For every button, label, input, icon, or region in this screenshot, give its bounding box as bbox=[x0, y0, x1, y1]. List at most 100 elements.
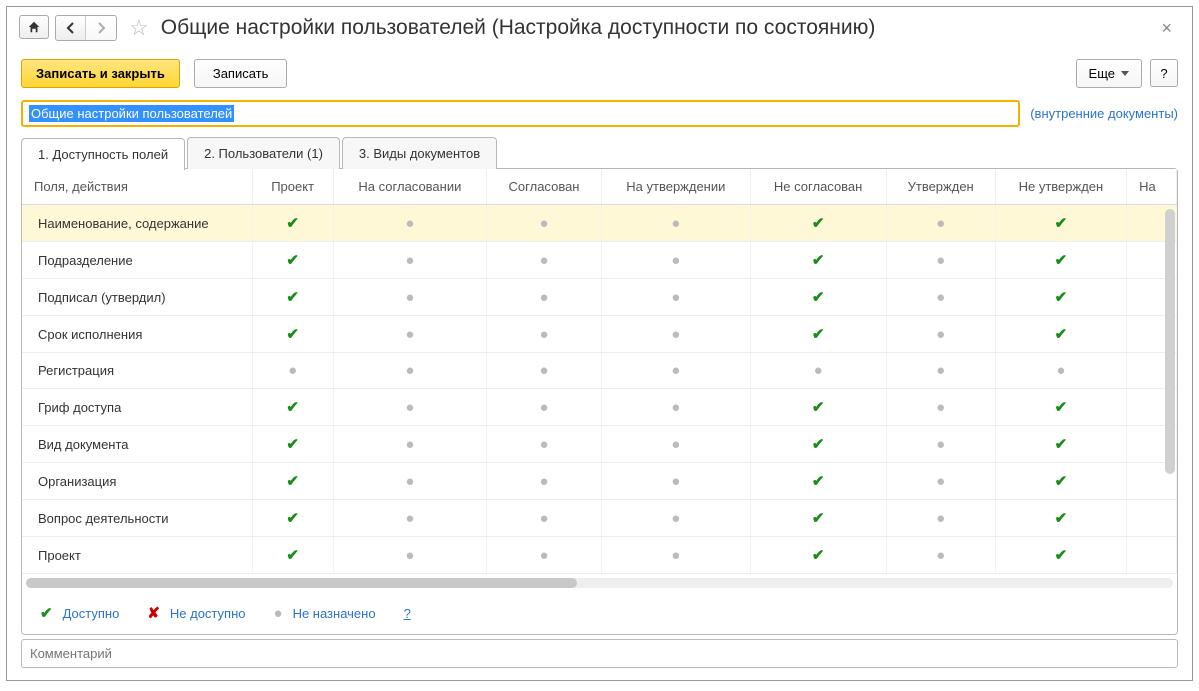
cell[interactable]: ✔ bbox=[252, 316, 333, 353]
cell[interactable]: ● bbox=[601, 353, 750, 389]
table-row[interactable]: Проект✔●●●✔●✔ bbox=[22, 537, 1177, 574]
home-button[interactable] bbox=[19, 15, 49, 39]
cell[interactable]: ● bbox=[333, 316, 486, 353]
cell[interactable]: ✔ bbox=[750, 426, 886, 463]
tab-0[interactable]: 1. Доступность полей bbox=[21, 138, 185, 170]
col-header[interactable]: Утвержден bbox=[886, 169, 995, 205]
save-button[interactable]: Записать bbox=[194, 59, 288, 88]
col-header[interactable]: На утверждении bbox=[601, 169, 750, 205]
save-close-button[interactable]: Записать и закрыть bbox=[21, 59, 180, 88]
legend-available[interactable]: Доступно bbox=[63, 606, 120, 621]
cell[interactable]: ● bbox=[333, 353, 486, 389]
cell[interactable]: ● bbox=[333, 426, 486, 463]
table-row[interactable]: Вид документа✔●●●✔●✔ bbox=[22, 426, 1177, 463]
cell[interactable]: ● bbox=[601, 463, 750, 500]
col-header[interactable]: Проект bbox=[252, 169, 333, 205]
cell[interactable]: ● bbox=[886, 279, 995, 316]
col-header[interactable]: Согласован bbox=[487, 169, 602, 205]
cell[interactable]: ● bbox=[487, 205, 602, 242]
cell[interactable]: ● bbox=[886, 316, 995, 353]
cell[interactable]: ● bbox=[333, 242, 486, 279]
cell[interactable]: ✔ bbox=[995, 242, 1126, 279]
cell[interactable]: ✔ bbox=[750, 316, 886, 353]
cell[interactable]: ✔ bbox=[995, 205, 1126, 242]
col-header[interactable]: Не утвержден bbox=[995, 169, 1126, 205]
close-button[interactable]: × bbox=[1153, 18, 1180, 39]
cell[interactable]: ● bbox=[601, 242, 750, 279]
cell[interactable]: ● bbox=[487, 316, 602, 353]
comment-input[interactable] bbox=[21, 639, 1178, 668]
cell[interactable]: ● bbox=[601, 500, 750, 537]
cell[interactable]: ● bbox=[601, 389, 750, 426]
table-row[interactable]: Организация✔●●●✔●✔ bbox=[22, 463, 1177, 500]
horizontal-scrollbar-thumb[interactable] bbox=[26, 578, 577, 588]
cell[interactable]: ✔ bbox=[252, 279, 333, 316]
tab-2[interactable]: 3. Виды документов bbox=[342, 137, 497, 169]
cell[interactable]: ✔ bbox=[995, 316, 1126, 353]
cell[interactable]: ● bbox=[601, 316, 750, 353]
cell[interactable]: ● bbox=[333, 279, 486, 316]
cell[interactable]: ✔ bbox=[252, 463, 333, 500]
table-row[interactable]: Регистрация●●●●●●● bbox=[22, 353, 1177, 389]
vertical-scrollbar[interactable] bbox=[1165, 209, 1175, 474]
cell[interactable]: ● bbox=[886, 463, 995, 500]
cell[interactable]: ✔ bbox=[252, 389, 333, 426]
cell[interactable]: ● bbox=[601, 205, 750, 242]
cell[interactable]: ● bbox=[333, 205, 486, 242]
cell[interactable]: ✔ bbox=[252, 537, 333, 574]
name-input[interactable]: Общие настройки пользователей bbox=[21, 100, 1020, 127]
cell[interactable]: ✔ bbox=[750, 205, 886, 242]
cell[interactable]: ● bbox=[886, 353, 995, 389]
internal-documents-link[interactable]: (внутренние документы) bbox=[1030, 106, 1178, 121]
cell[interactable]: ● bbox=[487, 389, 602, 426]
cell[interactable]: ✔ bbox=[995, 426, 1126, 463]
legend-unavailable[interactable]: Не доступно bbox=[170, 606, 246, 621]
cell[interactable]: ✔ bbox=[750, 500, 886, 537]
col-header[interactable]: На согласовании bbox=[333, 169, 486, 205]
cell[interactable]: ● bbox=[487, 353, 602, 389]
legend-unassigned[interactable]: Не назначено bbox=[293, 606, 376, 621]
cell[interactable]: ● bbox=[487, 279, 602, 316]
table-row[interactable]: Подразделение✔●●●✔●✔ bbox=[22, 242, 1177, 279]
cell[interactable]: ● bbox=[333, 500, 486, 537]
cell[interactable]: ✔ bbox=[252, 426, 333, 463]
cell[interactable]: ● bbox=[487, 500, 602, 537]
col-header[interactable]: Не согласован bbox=[750, 169, 886, 205]
cell[interactable]: ● bbox=[601, 426, 750, 463]
cell[interactable]: ✔ bbox=[995, 537, 1126, 574]
back-button[interactable] bbox=[56, 16, 86, 40]
horizontal-scrollbar[interactable] bbox=[26, 578, 1173, 588]
cell[interactable]: ✔ bbox=[750, 389, 886, 426]
table-row[interactable]: Гриф доступа✔●●●✔●✔ bbox=[22, 389, 1177, 426]
table-row[interactable]: Срок исполнения✔●●●✔●✔ bbox=[22, 316, 1177, 353]
cell[interactable]: ● bbox=[886, 500, 995, 537]
cell[interactable]: ✔ bbox=[750, 279, 886, 316]
tab-1[interactable]: 2. Пользователи (1) bbox=[187, 137, 340, 169]
cell[interactable]: ● bbox=[487, 537, 602, 574]
cell[interactable]: ● bbox=[333, 463, 486, 500]
cell[interactable]: ✔ bbox=[995, 389, 1126, 426]
cell[interactable]: ● bbox=[333, 537, 486, 574]
cell[interactable]: ● bbox=[487, 426, 602, 463]
favorite-star-icon[interactable]: ☆ bbox=[129, 15, 149, 41]
cell[interactable]: ● bbox=[886, 426, 995, 463]
cell[interactable]: ● bbox=[487, 242, 602, 279]
cell[interactable]: ● bbox=[995, 353, 1126, 389]
table-row[interactable]: Вопрос деятельности✔●●●✔●✔ bbox=[22, 500, 1177, 537]
cell[interactable]: ● bbox=[601, 537, 750, 574]
col-header[interactable]: Поля, действия bbox=[22, 169, 252, 205]
cell[interactable]: ✔ bbox=[995, 463, 1126, 500]
help-button[interactable]: ? bbox=[1150, 59, 1178, 87]
cell[interactable]: ✔ bbox=[750, 537, 886, 574]
col-header[interactable]: На bbox=[1127, 169, 1177, 205]
cell[interactable]: ● bbox=[886, 537, 995, 574]
cell[interactable]: ● bbox=[750, 353, 886, 389]
cell[interactable]: ✔ bbox=[995, 279, 1126, 316]
cell[interactable]: ✔ bbox=[252, 242, 333, 279]
cell[interactable]: ✔ bbox=[995, 500, 1126, 537]
cell[interactable]: ● bbox=[487, 463, 602, 500]
table-row[interactable]: Наименование, содержание✔●●●✔●✔ bbox=[22, 205, 1177, 242]
cell[interactable]: ✔ bbox=[750, 463, 886, 500]
cell[interactable]: ● bbox=[886, 389, 995, 426]
table-row[interactable]: Подписал (утвердил)✔●●●✔●✔ bbox=[22, 279, 1177, 316]
